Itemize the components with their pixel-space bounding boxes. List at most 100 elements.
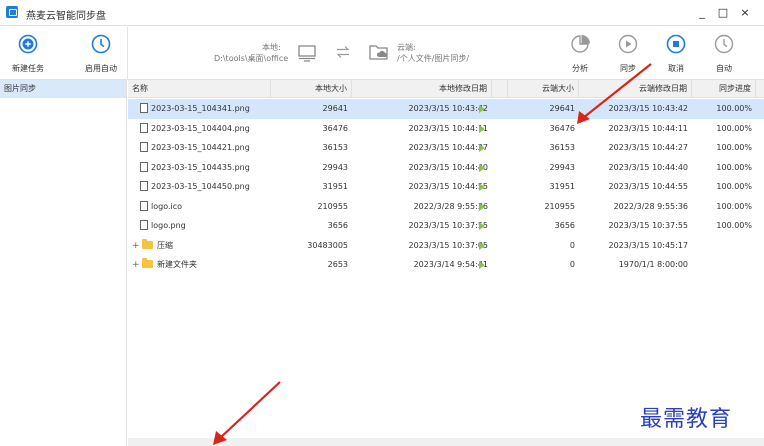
- enable-auto-button[interactable]: 启用自动: [77, 30, 125, 78]
- cell-local-modified: 2023/3/14 9:54:41: [413, 260, 488, 269]
- file-icon: [140, 181, 148, 191]
- sync-direction-icon: [479, 144, 485, 152]
- cell-local-modified: 2023/3/15 10:37:55: [408, 221, 489, 230]
- cell-cloud-modified: 1970/1/1 8:00:00: [618, 260, 688, 269]
- file-name: 2023-03-15_104435.png: [151, 162, 250, 172]
- add-circle-icon: [18, 34, 38, 54]
- auto-label: 自动: [716, 64, 732, 73]
- file-row[interactable]: logo.ico 210955 2022/3/28 9:55:36 210955 202…: [128, 197, 764, 217]
- file-icon: [140, 142, 148, 152]
- enable-auto-label: 启用自动: [85, 64, 117, 73]
- cell-cloud-modified: 2022/3/28 9:55:36: [613, 201, 688, 211]
- cell-local-modified: 2023/3/15 10:44:27: [408, 143, 489, 152]
- cell-name: logo.ico: [128, 197, 271, 217]
- horizontal-scrollbar[interactable]: [128, 438, 764, 446]
- file-row[interactable]: 2023-03-15_104341.png 29641 2023/3/15 10:4…: [128, 99, 764, 119]
- stop-circle-icon: [666, 34, 686, 54]
- file-name: 压缩: [157, 240, 173, 250]
- cell-local-size: 3656: [327, 221, 348, 230]
- clock-icon: [714, 34, 734, 54]
- cell-progress: [692, 255, 756, 275]
- column-header-progress[interactable]: 同步进度: [692, 80, 756, 98]
- title-bar: 燕麦云智能同步盘 _ □ ×: [0, 0, 764, 26]
- close-button[interactable]: ×: [735, 5, 755, 21]
- cell-progress: 100.00%: [716, 143, 752, 152]
- sidebar-item-picture-sync[interactable]: 图片同步: [0, 80, 126, 98]
- folder-row[interactable]: + 新建文件夹 2653 2023/3/14 9:54:41 0 1970/1/1 8:0…: [128, 255, 764, 275]
- sync-label: 同步: [620, 64, 636, 73]
- new-task-label: 新建任务: [12, 64, 44, 73]
- column-header-local-size[interactable]: 本地大小: [271, 80, 352, 98]
- column-header-name[interactable]: 名称: [128, 80, 271, 98]
- cell-local-modified: 2023/3/15 10:44:55: [408, 182, 489, 191]
- cell-progress: 100.00%: [716, 162, 752, 172]
- local-path-value: D:\tools\桌面\office: [214, 54, 289, 63]
- expand-icon[interactable]: +: [132, 237, 142, 257]
- app-logo-icon: [6, 6, 18, 18]
- cell-cloud-size: 210955: [544, 201, 575, 211]
- sync-direction-icon: [479, 261, 485, 269]
- toolbar-divider: [127, 27, 128, 80]
- file-icon: [140, 103, 148, 113]
- local-path-label: 本地:: [262, 43, 281, 52]
- file-row[interactable]: 2023-03-15_104404.png 36476 2023/3/15 10:4…: [128, 119, 764, 139]
- cell-name: + 压缩: [128, 236, 271, 256]
- cancel-button[interactable]: 取消: [652, 30, 700, 78]
- cell-cloud-modified: 2023/3/15 10:44:55: [608, 182, 689, 191]
- file-row[interactable]: 2023-03-15_104450.png 31951 2023/3/15 10:4…: [128, 177, 764, 197]
- cell-cloud-size: 36476: [549, 123, 575, 133]
- column-header-cloud-modified[interactable]: 云端修改日期: [579, 80, 692, 98]
- sync-direction-icon: [479, 183, 485, 191]
- cell-local-modified: 2023/3/15 10:44:11: [408, 123, 489, 133]
- sync-direction-icon: [479, 241, 485, 250]
- auto-button[interactable]: 自动: [700, 30, 748, 78]
- cell-local-modified: 2022/3/28 9:55:36: [413, 201, 488, 211]
- file-icon: [140, 161, 148, 172]
- swap-arrows-icon: [336, 46, 350, 58]
- column-header-cloud-size[interactable]: 云端大小: [508, 80, 579, 98]
- toolbar: 新建任务 启用自动 本地: D:\tools\桌面\office 云端: /个人…: [0, 27, 764, 80]
- cell-name: logo.png: [128, 216, 271, 236]
- cell-cloud-modified: 2023/3/15 10:44:27: [608, 143, 689, 152]
- column-header-direction: [492, 80, 508, 98]
- file-row[interactable]: logo.png 3656 2023/3/15 10:37:55 3656 2023/3…: [128, 216, 764, 236]
- cell-progress: 100.00%: [716, 182, 752, 191]
- cell-cloud-size: 29943: [549, 162, 575, 172]
- cell-progress: 100.00%: [716, 201, 752, 211]
- expand-icon[interactable]: +: [132, 256, 142, 276]
- cell-progress: 100.00%: [716, 104, 752, 113]
- column-header-local-modified[interactable]: 本地修改日期: [352, 80, 492, 98]
- cell-cloud-size: 31951: [549, 182, 575, 191]
- cell-progress: 100.00%: [716, 123, 752, 133]
- cell-cloud-modified: 2023/3/15 10:43:42: [608, 104, 689, 113]
- folder-row[interactable]: + 压缩 30483005 2023/3/15 10:37:05 0 2023/3/15 …: [128, 236, 764, 256]
- cloud-path-value: /个人文件/图片同步/: [397, 54, 470, 63]
- maximize-button[interactable]: □: [713, 5, 733, 21]
- cell-name: + 新建文件夹: [128, 255, 271, 275]
- cell-cloud-modified: 2023/3/15 10:45:17: [608, 240, 689, 250]
- analyze-button[interactable]: 分析: [556, 30, 604, 78]
- cell-name: 2023-03-15_104404.png: [128, 119, 271, 139]
- sync-direction-icon: [479, 163, 485, 172]
- new-task-button[interactable]: 新建任务: [4, 30, 52, 78]
- cell-cloud-size: 3656: [554, 221, 575, 230]
- analyze-label: 分析: [572, 64, 588, 73]
- file-name: 新建文件夹: [157, 260, 197, 269]
- file-name: logo.png: [151, 221, 186, 230]
- cloud-path-label: 云端:: [397, 43, 416, 52]
- file-icon: [140, 220, 148, 230]
- cell-cloud-modified: 2023/3/15 10:44:40: [608, 162, 689, 172]
- file-icon: [140, 200, 148, 211]
- file-row[interactable]: 2023-03-15_104435.png 29943 2023/3/15 10:4…: [128, 158, 764, 178]
- cloud-folder-icon: [369, 45, 388, 60]
- file-name: logo.ico: [151, 201, 183, 211]
- cell-cloud-modified: 2023/3/15 10:44:11: [608, 123, 689, 133]
- file-row[interactable]: 2023-03-15_104421.png 36153 2023/3/15 10:4…: [128, 138, 764, 158]
- minimize-button[interactable]: _: [692, 5, 712, 21]
- cell-local-size: 29943: [322, 162, 348, 172]
- sync-button[interactable]: 同步: [604, 30, 652, 78]
- folder-icon: [142, 258, 153, 268]
- table-header: 名称 本地大小 本地修改日期 云端大小 云端修改日期 同步进度: [128, 80, 764, 98]
- cell-local-size: 2653: [327, 260, 348, 269]
- cell-name: 2023-03-15_104435.png: [128, 158, 271, 178]
